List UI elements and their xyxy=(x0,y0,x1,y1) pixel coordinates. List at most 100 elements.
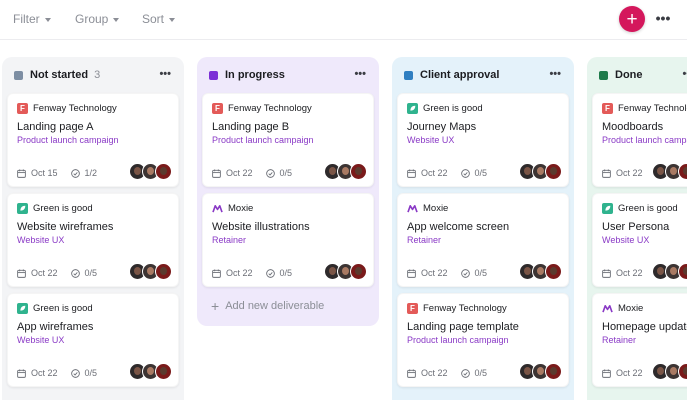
column-more-icon[interactable]: ••• xyxy=(354,68,366,80)
column-client-approval: Client approval ••• Green is good Journe… xyxy=(392,57,574,400)
column-title: Client approval xyxy=(420,69,500,81)
due-date: Oct 22 xyxy=(31,368,58,378)
add-button[interactable]: + xyxy=(619,6,645,32)
deliverable-card[interactable]: F Fenway Technology Landing page A Produ… xyxy=(7,93,179,187)
more-options-icon[interactable]: ••• xyxy=(654,11,672,26)
calendar-icon xyxy=(212,168,221,178)
avatar xyxy=(545,163,562,180)
add-deliverable-button[interactable]: + Add new deliverable xyxy=(202,293,374,319)
deliverable-card[interactable]: F Fenway Technology Landing page templat… xyxy=(397,293,569,387)
client-name: Green is good xyxy=(33,202,93,214)
deliverable-card[interactable]: Moxie Homepage updates Retainer Oct 22 0… xyxy=(592,293,687,387)
column-more-icon[interactable]: ••• xyxy=(549,68,561,80)
column-in-progress: In progress ••• F Fenway Technology Land… xyxy=(197,57,379,326)
group-button[interactable]: Group xyxy=(75,12,120,26)
assignee-avatars[interactable] xyxy=(519,263,562,280)
client-row: F Fenway Technology xyxy=(212,101,364,115)
card-list: F Fenway Technology Landing page A Produ… xyxy=(7,93,179,387)
assignee-avatars[interactable] xyxy=(129,263,172,280)
due-date: Oct 22 xyxy=(616,268,643,278)
card-footer: Oct 15 1/2 xyxy=(17,168,97,178)
check-circle-icon xyxy=(70,368,80,378)
card-subtitle: Website UX xyxy=(407,135,455,145)
card-list: Green is good Journey Maps Website UX Oc… xyxy=(397,93,569,387)
card-footer: Oct 22 0/5 xyxy=(212,168,292,178)
check-circle-icon xyxy=(265,168,275,178)
column-status-icon xyxy=(404,70,413,80)
assignee-avatars[interactable] xyxy=(129,363,172,380)
assignee-avatars[interactable] xyxy=(652,263,687,280)
filter-button[interactable]: Filter xyxy=(13,12,51,26)
column-more-icon[interactable]: ••• xyxy=(159,68,171,80)
task-count: 0/5 xyxy=(279,268,293,278)
deliverable-card[interactable]: F Fenway Technolog Moodboards Product la… xyxy=(592,93,687,187)
card-subtitle: Website UX xyxy=(602,235,650,245)
card-title: Journey Maps xyxy=(407,121,477,133)
task-count: 0/5 xyxy=(84,268,98,278)
client-name: Fenway Technology xyxy=(228,102,312,114)
check-circle-icon xyxy=(460,168,470,178)
sort-label: Sort xyxy=(142,12,165,26)
assignee-avatars[interactable] xyxy=(129,163,172,180)
calendar-icon xyxy=(17,168,26,178)
client-row: F Fenway Technolog xyxy=(602,101,687,115)
assignee-avatars[interactable] xyxy=(519,163,562,180)
task-count: 0/5 xyxy=(474,268,488,278)
client-row: F Fenway Technology xyxy=(407,301,559,315)
deliverable-card[interactable]: Moxie App welcome screen Retainer Oct 22… xyxy=(397,193,569,287)
calendar-icon xyxy=(17,368,26,378)
deliverable-card[interactable]: Moxie Website illustrations Retainer Oct… xyxy=(202,193,374,287)
column-count: 3 xyxy=(94,69,101,81)
avatar xyxy=(545,263,562,280)
column-header: Done ••• xyxy=(592,57,687,93)
client-row: Moxie xyxy=(212,201,364,215)
card-subtitle: Website UX xyxy=(17,335,65,345)
avatar xyxy=(155,163,172,180)
task-count: 1/2 xyxy=(84,168,98,178)
chevron-down-icon xyxy=(169,17,176,22)
column-done: Done ••• F Fenway Technolog Moodboards P… xyxy=(587,57,687,400)
leaf-icon xyxy=(602,202,613,214)
calendar-icon xyxy=(407,268,416,278)
assignee-avatars[interactable] xyxy=(519,363,562,380)
assignee-avatars[interactable] xyxy=(324,263,367,280)
task-count: 0/5 xyxy=(474,168,488,178)
chevron-down-icon xyxy=(113,17,120,22)
deliverable-card[interactable]: Green is good Journey Maps Website UX Oc… xyxy=(397,93,569,187)
client-name: Green is good xyxy=(423,102,483,114)
deliverable-card[interactable]: Green is good User Persona Website UX Oc… xyxy=(592,193,687,287)
moxie-icon xyxy=(407,203,418,214)
check-circle-icon xyxy=(460,368,470,378)
column-more-icon[interactable]: ••• xyxy=(682,68,687,80)
fenway-icon: F xyxy=(17,102,28,114)
card-subtitle: Retainer xyxy=(407,235,442,245)
column-status-icon xyxy=(14,70,23,80)
card-title: Homepage updates xyxy=(602,321,687,333)
assignee-avatars[interactable] xyxy=(324,163,367,180)
deliverable-card[interactable]: Green is good App wireframes Website UX … xyxy=(7,293,179,387)
calendar-icon xyxy=(407,368,416,378)
client-name: Green is good xyxy=(33,302,93,314)
toolbar: Filter Group Sort + ••• xyxy=(0,0,687,40)
card-subtitle: Retainer xyxy=(212,235,247,245)
deliverable-card[interactable]: Green is good Website wireframes Website… xyxy=(7,193,179,287)
card-title: Landing page template xyxy=(407,321,519,333)
card-subtitle: Product launch campaign xyxy=(212,135,314,145)
card-title: Website illustrations xyxy=(212,221,310,233)
sort-button[interactable]: Sort xyxy=(142,12,176,26)
card-title: App wireframes xyxy=(17,321,94,333)
client-name: Fenway Technology xyxy=(33,102,117,114)
assignee-avatars[interactable] xyxy=(652,363,687,380)
column-status-icon xyxy=(599,70,608,80)
client-name: Moxie xyxy=(618,302,644,314)
card-footer: Oct 22 0/5 xyxy=(407,168,487,178)
card-title: Landing page B xyxy=(212,121,290,133)
card-subtitle: Product launch campaign xyxy=(17,135,119,145)
deliverable-card[interactable]: F Fenway Technology Landing page B Produ… xyxy=(202,93,374,187)
card-title: Website wireframes xyxy=(17,221,114,233)
client-name: Green is good xyxy=(618,202,678,214)
avatar xyxy=(350,163,367,180)
assignee-avatars[interactable] xyxy=(652,163,687,180)
card-footer: Oct 22 0/5 xyxy=(407,268,487,278)
calendar-icon xyxy=(602,168,611,178)
